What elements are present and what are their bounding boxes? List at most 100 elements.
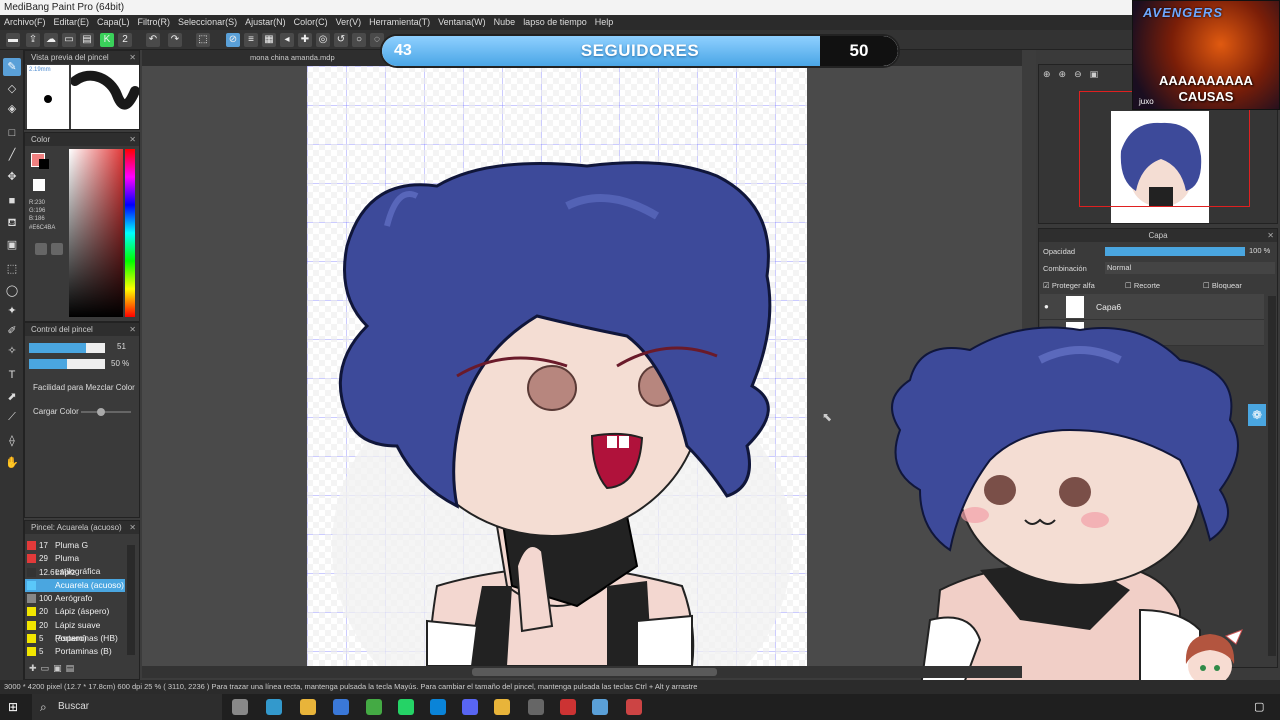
app-icon[interactable] [333,699,349,715]
hand-tool-icon[interactable]: ✋ [3,454,21,472]
zoom-in-icon[interactable]: ⊕ [1059,69,1075,79]
app-icon[interactable] [366,699,382,715]
select-eraser-tool-icon[interactable]: ✧ [3,342,21,360]
move-tool-icon[interactable]: ✥ [3,168,21,186]
brush-item-selected[interactable]: Acuarela (acuoso) [25,578,125,593]
close-icon[interactable]: ✕ [129,323,136,336]
add-brush-icon[interactable]: ✚ [29,663,41,673]
copy-icon[interactable]: ▣ [53,663,66,673]
bucket-tool-icon[interactable]: ⛾ [3,214,21,232]
select-pen-tool-icon[interactable]: ✐ [3,322,21,340]
whatsapp-icon[interactable] [398,699,414,715]
layer-opacity-slider[interactable] [1105,247,1245,256]
zoom-out-icon[interactable]: ⊖ [1074,69,1090,79]
zoom-fit-icon[interactable]: ⊕ [1043,69,1059,79]
snap-grid-icon[interactable]: ▦ [262,33,276,47]
brush-opacity-slider[interactable] [29,359,105,369]
operation-tool-icon[interactable]: ⬈ [3,388,21,406]
folder-icon[interactable]: ▭ [41,663,54,673]
snap-parallel-icon[interactable]: ≡ [244,33,258,47]
transparent-swatch[interactable] [33,179,45,191]
redo-icon[interactable]: ↷ [168,33,182,47]
save-icon[interactable]: ▭ [62,33,76,47]
share-icon[interactable]: 2 [118,33,132,47]
select-tool-icon[interactable]: ⬚ [3,260,21,278]
clipping-checkbox[interactable]: ☐ Recorte [1125,281,1160,290]
eraser-tool-icon[interactable]: ◇ [3,80,21,98]
menu-lapso-de-tiempo[interactable]: lapso de tiempo [519,15,591,30]
snap-cross-icon[interactable]: ✚ [298,33,312,47]
app-icon[interactable] [626,699,642,715]
notification-icon[interactable]: ▢ [1254,700,1268,714]
load-color-slider[interactable] [81,408,131,416]
protect-alpha-checkbox[interactable]: ☑ Proteger alfa [1043,281,1095,290]
lock-checkbox[interactable]: ☐ Bloquear [1203,281,1242,290]
menu-editar[interactable]: Editar(E) [50,15,94,30]
menu-nube[interactable]: Nube [490,15,520,30]
snap-radial-icon[interactable]: ◂ [280,33,294,47]
brush-item[interactable]: 29 Pluma estilográfica [25,552,125,576]
magic-wand-tool-icon[interactable]: ✦ [3,302,21,320]
close-icon[interactable]: ✕ [129,51,136,64]
brush-tool-icon[interactable]: ✎ [3,58,21,76]
gradient-tool-icon[interactable]: ▣ [3,236,21,254]
menu-archivo[interactable]: Archivo(F) [0,15,50,30]
actual-size-icon[interactable]: ▣ [1090,69,1107,79]
undo-icon[interactable]: ↶ [146,33,160,47]
visibility-icon[interactable]: ● [1044,294,1049,320]
open-icon[interactable]: ⇪ [26,33,40,47]
menu-seleccionar[interactable]: Seleccionar(S) [174,15,241,30]
windows-start-icon[interactable]: ⊞ [8,700,22,714]
brush-item[interactable]: 17 Pluma G [25,539,125,552]
divide-tool-icon[interactable]: ⟋ [3,408,21,426]
medibang-icon[interactable] [592,699,608,715]
new-file-icon[interactable]: ▬ [6,33,20,47]
deselect-icon[interactable]: ⬚ [196,33,210,47]
layer-list-scrollbar[interactable] [1268,296,1276,656]
brush-item[interactable]: 100 Aerógrafo [25,592,125,605]
document-tab[interactable]: mona china amanda.mdp [250,53,335,62]
cloud-brush-icon[interactable]: ▤ [66,663,79,673]
taskbar-search[interactable]: ⌕ Buscar [32,694,222,720]
chrome-icon[interactable] [494,699,510,715]
task-view-icon[interactable] [232,699,248,715]
hue-slider[interactable] [125,149,135,317]
brush-size-slider[interactable] [29,343,105,353]
brush-item[interactable]: 5 Portaminas (B) [25,645,125,658]
shape-tool-icon[interactable]: □ [3,124,21,142]
file-explorer-icon[interactable] [300,699,316,715]
discord-icon[interactable] [462,699,478,715]
canvas-hscrollbar[interactable] [142,666,1022,678]
menu-color[interactable]: Color(C) [290,15,332,30]
drawing-canvas[interactable] [307,66,807,666]
line-tool-icon[interactable]: ╱ [3,146,21,164]
secondary-color-swatch[interactable] [39,159,49,169]
app-icon[interactable] [266,699,282,715]
brush-list-scrollbar[interactable] [127,545,135,655]
brush-item[interactable]: 20 Lápiz (áspero) [25,605,125,618]
menu-ventana[interactable]: Ventana(W) [434,15,490,30]
k-icon[interactable]: K [100,33,114,47]
text-tool-icon[interactable]: T [3,366,21,384]
snap-circle-icon[interactable]: ◎ [316,33,330,47]
menu-help[interactable]: Help [591,15,618,30]
lasso-tool-icon[interactable]: ◯ [3,282,21,300]
snap-off-icon[interactable]: ⊘ [226,33,240,47]
close-icon[interactable]: ✕ [129,133,136,146]
menu-capa[interactable]: Capa(L) [93,15,134,30]
close-icon[interactable]: ✕ [129,521,136,534]
layer-row[interactable]: ● Capa6 [1040,294,1264,320]
menu-herramienta[interactable]: Herramienta(T) [365,15,434,30]
snap-ellipse-icon[interactable]: ○ [352,33,366,47]
blend-mode-select[interactable]: Normal [1105,262,1275,274]
color-picker-field[interactable] [69,149,123,317]
edge-icon[interactable] [430,699,446,715]
eyedropper-tool-icon[interactable]: ⟠ [3,432,21,450]
menu-filtro[interactable]: Filtro(R) [134,15,175,30]
brush-item[interactable]: 20 Lápiz suave (áspero) [25,619,125,643]
menu-ver[interactable]: Ver(V) [332,15,366,30]
obs-icon[interactable] [560,699,576,715]
close-icon[interactable]: ✕ [1267,229,1274,242]
palette-icon[interactable] [35,243,47,255]
snap-curve-icon[interactable]: ↺ [334,33,348,47]
